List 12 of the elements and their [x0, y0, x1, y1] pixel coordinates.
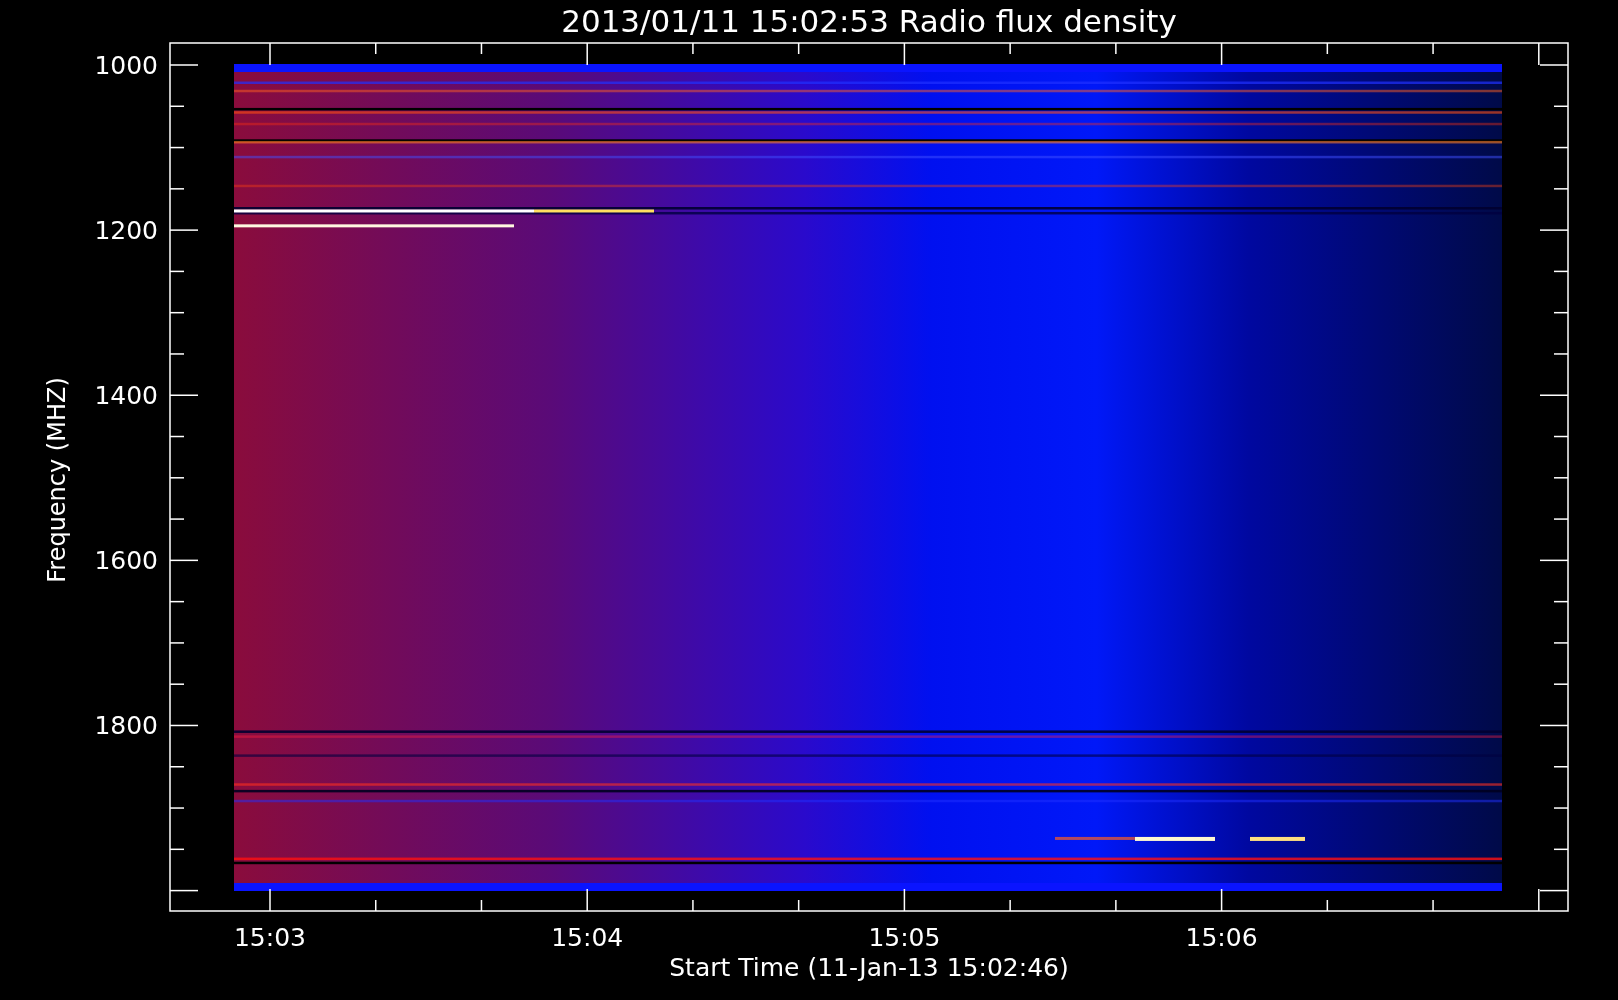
y-tick-label: 1000	[94, 51, 158, 80]
y-tick-label: 1800	[94, 711, 158, 741]
x-tick-label: 15:05	[868, 923, 941, 952]
y-axis-label: Frequency (MHZ)	[43, 377, 71, 583]
x-axis-label: Start Time (11-Jan-13 15:02:46)	[669, 953, 1069, 982]
y-tick-label: 1600	[94, 546, 158, 576]
chart-title: 2013/01/11 15:02:53 Radio flux density	[561, 3, 1177, 39]
x-tick-label: 15:06	[1185, 923, 1258, 952]
y-tick-label: 1200	[94, 216, 158, 246]
y-tick-label: 1400	[94, 381, 158, 411]
x-tick-label: 15:04	[551, 923, 624, 952]
x-tick-label: 15:03	[234, 923, 306, 952]
